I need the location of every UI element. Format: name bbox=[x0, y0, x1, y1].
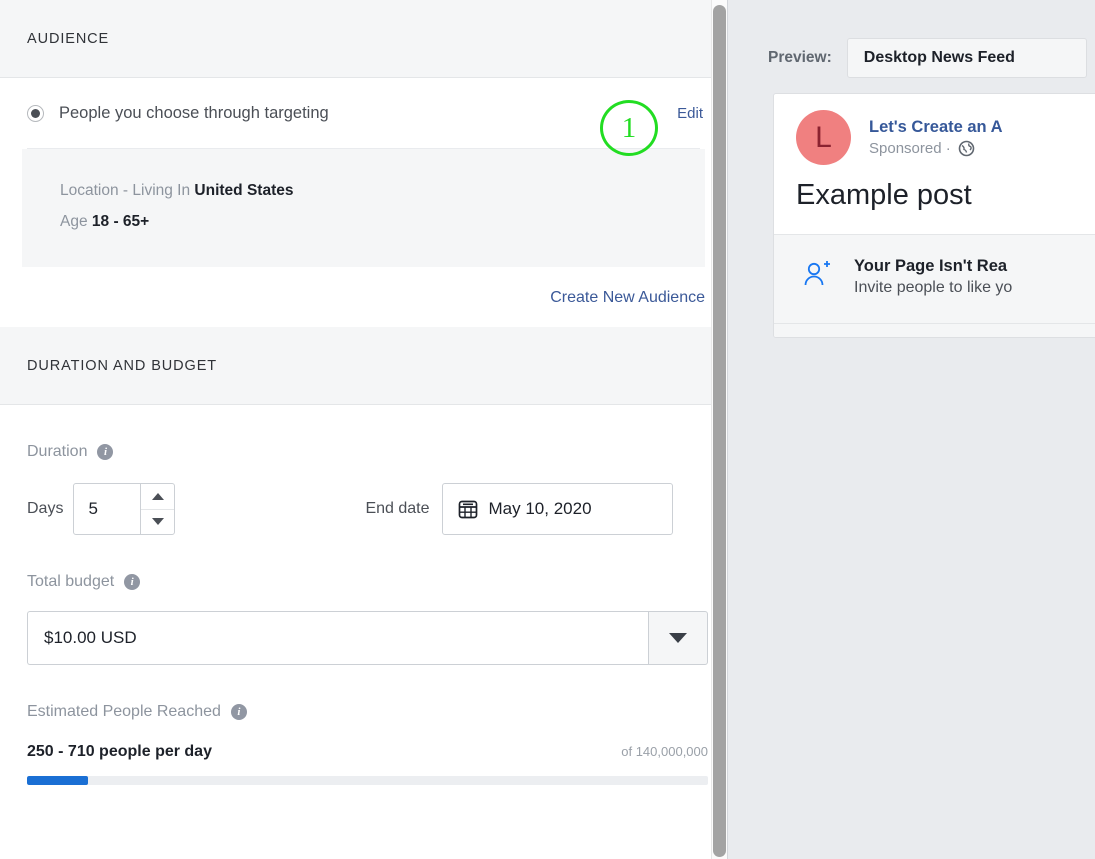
estimated-reach-total: of 140,000,000 bbox=[621, 744, 708, 759]
end-date-field[interactable]: May 10, 2020 bbox=[442, 483, 673, 535]
days-input[interactable]: 5 bbox=[74, 484, 140, 534]
days-stepper[interactable]: 5 bbox=[73, 483, 175, 535]
duration-field-label: Duration i bbox=[27, 443, 705, 461]
chevron-down-icon bbox=[669, 633, 687, 643]
page-avatar: L bbox=[796, 110, 851, 165]
targeting-location-value: United States bbox=[194, 182, 293, 199]
audience-option-label: People you choose through targeting bbox=[59, 104, 329, 123]
cta-title: Your Page Isn't Rea bbox=[854, 257, 1012, 276]
ad-settings-panel: AUDIENCE People you choose through targe… bbox=[0, 0, 727, 859]
targeting-age-prefix: Age bbox=[60, 213, 92, 230]
reach-progress-track bbox=[27, 776, 708, 785]
days-decrement-button[interactable] bbox=[141, 510, 174, 535]
create-new-audience-link[interactable]: Create New Audience bbox=[550, 289, 705, 307]
total-budget-select[interactable]: $10.00 USD bbox=[27, 611, 708, 665]
end-date-label: End date bbox=[365, 500, 429, 518]
preview-label: Preview: bbox=[768, 49, 832, 67]
scrollbar-thumb[interactable] bbox=[713, 5, 726, 857]
ad-preview-panel: Preview: Desktop News Feed L Let's Creat… bbox=[727, 0, 1095, 859]
duration-controls-row: Days 5 End date bbox=[27, 483, 705, 535]
reach-progress-fill bbox=[27, 776, 88, 785]
total-budget-field-label: Total budget i bbox=[27, 573, 705, 591]
chevron-up-icon bbox=[152, 493, 164, 500]
radio-dot-icon bbox=[31, 109, 40, 118]
total-budget-value[interactable]: $10.00 USD bbox=[27, 611, 648, 665]
ad-preview-card: L Let's Create an A Sponsored · bbox=[773, 93, 1095, 338]
targeting-summary-box: Location - Living In United States Age 1… bbox=[22, 149, 705, 267]
targeting-age-line: Age 18 - 65+ bbox=[60, 206, 705, 237]
preview-selector-bar: Preview: Desktop News Feed bbox=[728, 0, 1095, 78]
avatar-initial: L bbox=[815, 121, 832, 155]
estimated-reach-field-label: Estimated People Reached i bbox=[27, 703, 705, 721]
estimated-reach-row: 250 - 710 people per day of 140,000,000 bbox=[27, 743, 708, 761]
edit-audience-link[interactable]: Edit bbox=[677, 105, 705, 122]
estimated-reach-value: 250 - 710 people per day bbox=[27, 743, 212, 761]
days-stepper-buttons bbox=[140, 484, 174, 534]
post-header: L Let's Create an A Sponsored · bbox=[774, 94, 1095, 171]
audience-option-row[interactable]: People you choose through targeting Edit bbox=[0, 78, 727, 148]
page-cta-block: Your Page Isn't Rea Invite people to lik… bbox=[774, 234, 1095, 323]
cta-subtitle: Invite people to like yo bbox=[854, 279, 1012, 297]
left-panel-scrollbar[interactable] bbox=[711, 0, 727, 859]
audience-section-header: AUDIENCE bbox=[0, 0, 727, 78]
audience-edit-group: Edit bbox=[677, 105, 705, 122]
end-date-value: May 10, 2020 bbox=[489, 499, 592, 519]
targeting-location-line: Location - Living In United States bbox=[60, 175, 705, 206]
duration-label-text: Duration bbox=[27, 443, 87, 461]
days-label: Days bbox=[27, 500, 63, 518]
duration-budget-section-title: DURATION AND BUDGET bbox=[27, 358, 217, 374]
days-increment-button[interactable] bbox=[141, 484, 174, 510]
duration-budget-section-header: DURATION AND BUDGET bbox=[0, 327, 727, 405]
preview-placement-select[interactable]: Desktop News Feed bbox=[847, 38, 1087, 78]
audience-section-title: AUDIENCE bbox=[27, 31, 109, 47]
post-body-text: Example post bbox=[774, 171, 1095, 234]
post-meta: Let's Create an A Sponsored · bbox=[869, 118, 1003, 157]
sponsored-label: Sponsored · bbox=[869, 140, 951, 157]
radio-selected-icon[interactable] bbox=[27, 105, 44, 122]
estimated-reach-label-text: Estimated People Reached bbox=[27, 703, 221, 721]
targeting-location-prefix: Location - Living In bbox=[60, 182, 194, 199]
person-add-icon bbox=[800, 258, 834, 297]
preview-card-footer bbox=[774, 323, 1095, 337]
create-audience-row: Create New Audience bbox=[0, 267, 727, 327]
info-icon-duration[interactable]: i bbox=[97, 444, 113, 460]
preview-placement-value: Desktop News Feed bbox=[864, 49, 1015, 67]
chevron-down-icon bbox=[152, 518, 164, 525]
globe-icon bbox=[958, 140, 975, 157]
sponsored-row: Sponsored · bbox=[869, 140, 1003, 157]
audience-section-body: People you choose through targeting Edit… bbox=[0, 78, 727, 327]
cta-text-group: Your Page Isn't Rea Invite people to lik… bbox=[854, 257, 1012, 297]
total-budget-label-text: Total budget bbox=[27, 573, 114, 591]
page-name-link[interactable]: Let's Create an A bbox=[869, 118, 1003, 137]
duration-budget-section-body: Duration i Days 5 bbox=[0, 443, 727, 785]
calendar-icon bbox=[457, 498, 479, 520]
ad-creation-screen: AUDIENCE People you choose through targe… bbox=[0, 0, 1095, 859]
info-icon-total-budget[interactable]: i bbox=[124, 574, 140, 590]
total-budget-dropdown-button[interactable] bbox=[648, 611, 708, 665]
info-icon-estimated-reach[interactable]: i bbox=[231, 704, 247, 720]
end-date-group: End date May 10, 20 bbox=[365, 483, 672, 535]
targeting-age-value: 18 - 65+ bbox=[92, 213, 149, 230]
